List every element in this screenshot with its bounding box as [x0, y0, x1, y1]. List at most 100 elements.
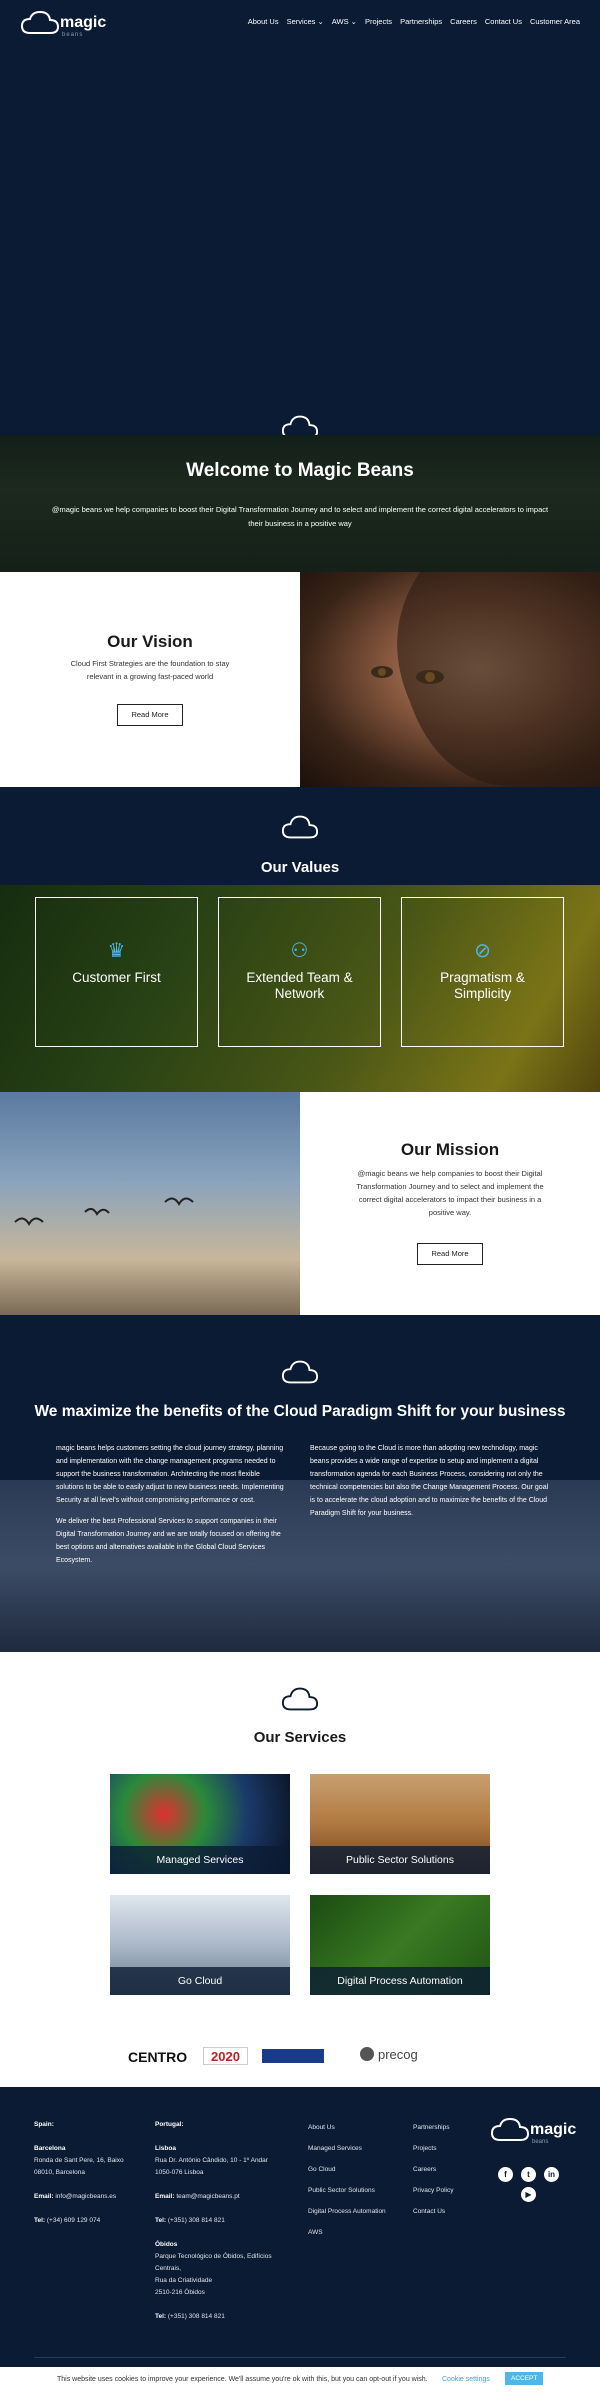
value-card: ⊘ Pragmatism & Simplicity — [401, 897, 564, 1047]
footer-pt-tel-label-2: Tel: — [155, 2313, 167, 2320]
values-section: ♛ Customer First ⚇ Extended Team & Netwo… — [0, 885, 600, 1092]
values-title: Our Values — [260, 859, 340, 876]
mission-section: Our Mission @magic beans we help compani… — [300, 1092, 600, 1315]
paradigm-left-text: magic beans helps customers setting the … — [56, 1442, 286, 1567]
nav-item-partnerships[interactable]: Partnerships — [400, 17, 442, 26]
footer-portugal: Portugal: Lisboa Rua Dr. António Cândido… — [155, 2119, 285, 2323]
users-icon: ⚇ — [290, 940, 309, 962]
footer-spain-tel[interactable]: (+34) 609 129 074 — [47, 2217, 100, 2224]
cookie-settings-link[interactable]: Cookie settings — [442, 2376, 490, 2383]
value-label: Extended Team & Network — [246, 970, 353, 1001]
logo-word: magic — [530, 2121, 577, 2138]
footer-pt-addr3: Parque Tecnológico de Óbidos, Edifícios … — [155, 2253, 272, 2272]
nav-aws-label: AWS — [331, 17, 349, 26]
facebook-icon[interactable]: f — [498, 2167, 513, 2182]
paperclip-icon: ⊘ — [474, 940, 491, 962]
footer-link[interactable]: Projects — [413, 2138, 483, 2159]
service-card-go-cloud[interactable]: Go Cloud — [110, 1895, 290, 1995]
site-footer: Spain: Barcelona Ronda de Sant Pere, 16,… — [0, 2087, 600, 2367]
nav-item-services[interactable]: Services ⌄ — [287, 17, 324, 26]
crown-icon: ♛ — [107, 940, 126, 962]
vision-section: Our Vision Cloud First Strategies are th… — [0, 572, 300, 787]
service-label: Digital Process Automation — [310, 1967, 490, 1995]
footer-spain-tel-label: Tel: — [34, 2217, 46, 2224]
footer-pt-tel2[interactable]: (+351) 308 814 821 — [168, 2313, 225, 2320]
footer-spain-addr1: Ronda de Sant Pere, 16, Baixo — [34, 2157, 124, 2164]
service-card-dpa[interactable]: Digital Process Automation — [310, 1895, 490, 1995]
chevron-down-icon: ⌄ — [350, 17, 357, 26]
nav-item-contact[interactable]: Contact Us — [485, 17, 522, 26]
vision-read-more-button[interactable]: Read More — [117, 704, 183, 726]
nav-item-customer-area[interactable]: Customer Area — [530, 17, 580, 26]
footer-link[interactable]: Privacy Policy — [413, 2180, 483, 2201]
eu-flag-logo — [262, 2049, 324, 2063]
nav-item-projects[interactable]: Projects — [365, 17, 392, 26]
logo-word: magic — [60, 14, 107, 31]
logo-sub: beans — [532, 2139, 549, 2145]
service-card-managed[interactable]: Managed Services — [110, 1774, 290, 1874]
service-label: Public Sector Solutions — [310, 1846, 490, 1874]
footer-pt-email-label: Email: — [155, 2193, 175, 2200]
footer-link[interactable]: AWS — [308, 2222, 408, 2243]
footer-link[interactable]: Public Sector Solutions — [308, 2180, 408, 2201]
footer-link[interactable]: Managed Services — [308, 2138, 408, 2159]
vision-text: Cloud First Strategies are the foundatio… — [70, 659, 230, 681]
linkedin-icon[interactable]: in — [544, 2167, 559, 2182]
woman-face-image — [371, 572, 600, 787]
service-label: Go Cloud — [110, 1967, 290, 1995]
footer-spain-addr2: 08010, Barcelona — [34, 2169, 85, 2176]
cloud-icon — [281, 1687, 319, 1711]
footer-spain-email[interactable]: info@magicbeans.es — [55, 2193, 116, 2200]
logo-2020: 2020 — [203, 2047, 248, 2065]
footer-logo[interactable]: magic beans — [490, 2115, 580, 2149]
main-nav: About Us Services ⌄ AWS ⌄ Projects Partn… — [248, 17, 580, 26]
partner-logos: CENTRO 2020 precog — [0, 2027, 600, 2087]
footer-link[interactable]: Go Cloud — [308, 2159, 408, 2180]
paradigm-left-p2: We deliver the best Professional Service… — [56, 1518, 281, 1564]
logo-sub: beans — [62, 32, 84, 38]
chevron-down-icon: ⌄ — [317, 17, 324, 26]
value-card: ♛ Customer First — [35, 897, 198, 1047]
twitter-icon[interactable]: t — [521, 2167, 536, 2182]
footer-pt-tel1[interactable]: (+351) 308 814 821 — [168, 2217, 225, 2224]
nav-item-careers[interactable]: Careers — [450, 17, 477, 26]
mission-title: Our Mission — [400, 1140, 500, 1159]
footer-pt-city2: Óbidos — [155, 2241, 178, 2248]
footer-link[interactable]: Partnerships — [413, 2117, 483, 2138]
service-card-public-sector[interactable]: Public Sector Solutions — [310, 1774, 490, 1874]
precog-icon — [360, 2047, 374, 2061]
footer-spain: Spain: Barcelona Ronda de Sant Pere, 16,… — [34, 2119, 139, 2227]
nav-item-aws[interactable]: AWS ⌄ — [332, 17, 357, 26]
value-label: Customer First — [72, 970, 161, 985]
services-title: Our Services — [253, 1729, 347, 1746]
footer-pt-tel-label: Tel: — [155, 2217, 167, 2224]
paradigm-left-p1: magic beans helps customers setting the … — [56, 1445, 284, 1504]
seagulls-image — [14, 1197, 194, 1226]
welcome-title: Welcome to Magic Beans — [186, 460, 414, 481]
footer-pt-addr4: Rua da Criatividade — [155, 2277, 213, 2284]
footer-pt-addr1: Rua Dr. António Cândido, 10 - 1º Andar — [155, 2157, 268, 2164]
logo-centro: CENTRO — [128, 2049, 188, 2065]
mission-image — [0, 1092, 300, 1315]
vision-title: Our Vision — [107, 632, 193, 651]
footer-link[interactable]: Careers — [413, 2159, 483, 2180]
values-header: Our Values — [0, 787, 600, 885]
nav-item-about[interactable]: About Us — [248, 17, 279, 26]
footer-link[interactable]: Digital Process Automation — [308, 2201, 408, 2222]
logo-precog: precog — [378, 2047, 418, 2062]
mission-text: @magic beans we help companies to boost … — [356, 1169, 544, 1217]
mission-read-more-button[interactable]: Read More — [417, 1243, 483, 1265]
footer-link[interactable]: About Us — [308, 2117, 408, 2138]
footer-pt-email[interactable]: team@magicbeans.pt — [176, 2193, 239, 2200]
site-header: magic beans About Us Services ⌄ AWS ⌄ Pr… — [0, 0, 600, 45]
cloud-icon — [281, 1360, 319, 1384]
footer-link[interactable]: Contact Us — [413, 2201, 483, 2222]
value-card: ⚇ Extended Team & Network — [218, 897, 381, 1047]
youtube-icon[interactable]: ▶ — [521, 2187, 536, 2202]
site-logo[interactable]: magic beans — [20, 8, 110, 42]
services-section: Our Services Managed Services Public Sec… — [0, 1652, 600, 2027]
cookie-banner: This website uses cookies to improve you… — [0, 2367, 600, 2392]
footer-spain-title: Spain: — [34, 2121, 54, 2128]
cookie-accept-button[interactable]: ACCEPT — [505, 2372, 544, 2385]
footer-spain-email-label: Email: — [34, 2193, 54, 2200]
